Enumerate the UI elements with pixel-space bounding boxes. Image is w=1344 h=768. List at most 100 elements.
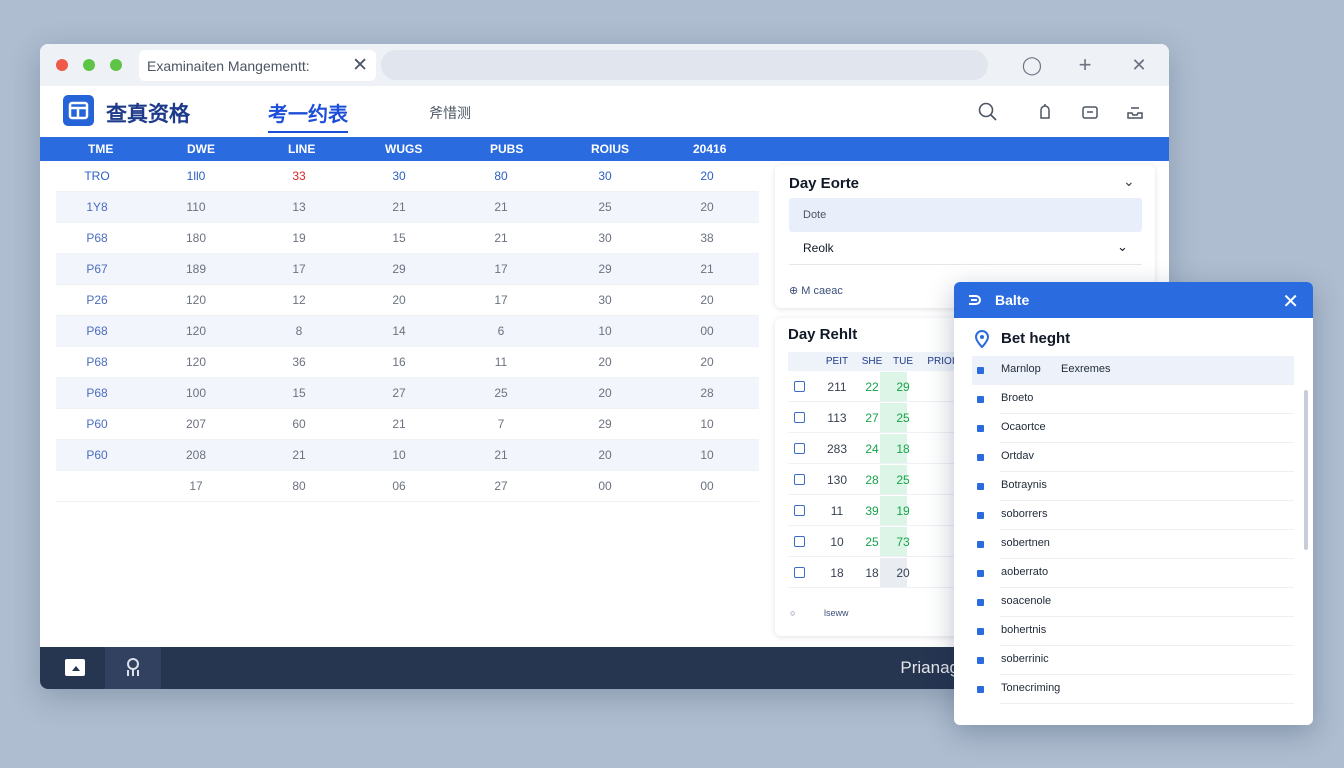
chevron-down-icon[interactable]: ⌄ xyxy=(1117,239,1128,255)
table-cell: 283 xyxy=(826,442,848,456)
table-row[interactable]: 17 80 06 27 00 00 xyxy=(56,471,759,502)
table-cell: 11 xyxy=(830,504,844,518)
bottom-home-button[interactable] xyxy=(50,647,106,689)
new-tab-plus-icon[interactable]: + xyxy=(1074,54,1096,76)
list-item-label: aoberrato xyxy=(1001,566,1049,578)
circle-icon[interactable]: ◯ xyxy=(1021,54,1043,76)
row-doc-icon[interactable] xyxy=(794,443,805,454)
date-field-label: Dote xyxy=(803,209,827,221)
table-row[interactable]: 113 27 25 xyxy=(788,403,958,433)
list-item[interactable]: bohertnis xyxy=(972,617,1294,646)
search-icon[interactable] xyxy=(977,101,999,123)
bottom-user-button[interactable] xyxy=(105,647,161,689)
bell-icon[interactable] xyxy=(1034,101,1056,123)
table-row[interactable]: P60 207 60 21 7 29 10 xyxy=(56,409,759,440)
table-cell: 25 xyxy=(896,411,910,425)
column-header[interactable]: 20416 xyxy=(693,142,726,156)
table-cell: 20 xyxy=(700,169,714,183)
column-header[interactable]: PEIT xyxy=(826,356,848,367)
list-item-label: Broeto xyxy=(1001,392,1034,404)
result-table-header: PEIT SHE TUE PRIOI xyxy=(788,352,958,371)
row-doc-icon[interactable] xyxy=(794,412,805,423)
list-item[interactable]: soberrinic xyxy=(972,646,1294,675)
table-cell: 39 xyxy=(865,504,879,518)
list-item[interactable]: Marnlop Eexremes xyxy=(972,356,1294,385)
table-cell: P26 xyxy=(86,293,108,307)
panel-scrollbar[interactable] xyxy=(1304,390,1308,550)
list-item[interactable]: aoberrato xyxy=(972,559,1294,588)
column-header[interactable]: PRIOI xyxy=(927,356,954,367)
column-header[interactable]: LINE xyxy=(288,142,315,156)
table-row[interactable]: P67 189 17 29 17 29 21 xyxy=(56,254,759,285)
result-footer[interactable]: ○ lseww xyxy=(790,608,848,618)
table-row[interactable]: 130 28 25 xyxy=(788,465,958,495)
tab-secondary[interactable]: 斧惜测 xyxy=(429,103,471,123)
table-cell: 27 xyxy=(494,479,508,493)
row-doc-icon[interactable] xyxy=(794,505,805,516)
close-icon[interactable]: ✕ xyxy=(1282,289,1299,314)
table-cell: 60 xyxy=(292,417,306,431)
chevron-down-icon[interactable]: ⌄ xyxy=(1123,173,1135,190)
row-doc-icon[interactable] xyxy=(794,567,805,578)
app-logo-icon xyxy=(63,95,94,126)
list-item[interactable]: soacenole xyxy=(972,588,1294,617)
browser-tab[interactable]: Examinaiten Mangementt: ✕ xyxy=(139,50,376,81)
table-row[interactable]: 10 25 73 xyxy=(788,527,958,557)
table-cell: 20 xyxy=(700,200,714,214)
address-bar[interactable] xyxy=(381,50,988,80)
table-cell: 6 xyxy=(497,324,505,338)
maximize-window-dot[interactable] xyxy=(110,59,122,71)
list-item[interactable]: Tonecriming xyxy=(972,675,1294,704)
table-row[interactable]: 1Y8 110 13 21 21 25 20 xyxy=(56,192,759,223)
row-doc-icon[interactable] xyxy=(794,381,805,392)
location-pin-icon xyxy=(975,330,989,348)
close-window-dot[interactable] xyxy=(56,59,68,71)
row-doc-icon[interactable] xyxy=(794,536,805,547)
table-row[interactable]: P68 120 8 14 6 10 00 xyxy=(56,316,759,347)
list-item[interactable]: soborrers xyxy=(972,501,1294,530)
add-link[interactable]: ⊕ M caeac xyxy=(789,284,843,297)
table-row[interactable]: TRO 1ll0 33 30 80 30 20 xyxy=(56,161,759,192)
table-row[interactable]: P68 100 15 27 25 20 28 xyxy=(56,378,759,409)
table-row[interactable]: P68 120 36 16 11 20 20 xyxy=(56,347,759,378)
column-header[interactable]: SHE xyxy=(862,356,883,367)
list-item[interactable]: Ocaortce xyxy=(972,414,1294,443)
column-header[interactable]: TUE xyxy=(893,356,913,367)
list-item[interactable]: Broeto xyxy=(972,385,1294,414)
table-row[interactable]: P26 120 12 20 17 30 20 xyxy=(56,285,759,316)
column-header[interactable]: DWE xyxy=(187,142,215,156)
table-cell: 38 xyxy=(700,231,714,245)
tab-close-icon[interactable]: ✕ xyxy=(352,54,368,77)
table-row[interactable]: 11 39 19 xyxy=(788,496,958,526)
result-select[interactable]: Reolk ⌄ xyxy=(789,232,1142,265)
table-row[interactable]: 211 22 29 xyxy=(788,372,958,402)
column-header[interactable]: TME xyxy=(88,142,113,156)
window-close-icon[interactable]: ✕ xyxy=(1128,54,1150,76)
table-cell: 30 xyxy=(598,169,612,183)
table-cell: 1ll0 xyxy=(186,169,206,183)
list-item[interactable]: Ortdav xyxy=(972,443,1294,472)
table-cell: 30 xyxy=(598,293,612,307)
table-cell: 80 xyxy=(292,479,306,493)
row-doc-icon[interactable] xyxy=(794,474,805,485)
list-item[interactable]: sobertnen xyxy=(972,530,1294,559)
tab-exam-schedule[interactable]: 考一约表 xyxy=(268,98,348,133)
footer-label: lseww xyxy=(823,608,849,618)
add-link-label: M caeac xyxy=(801,285,843,297)
table-row[interactable]: P68 180 19 15 21 30 38 xyxy=(56,223,759,254)
panel-title: Balte xyxy=(995,292,1030,308)
minimize-window-dot[interactable] xyxy=(83,59,95,71)
column-header[interactable]: WUGS xyxy=(385,142,422,156)
table-cell: 36 xyxy=(292,355,306,369)
table-row[interactable]: 18 18 20 xyxy=(788,558,958,588)
table-row[interactable]: 283 24 18 xyxy=(788,434,958,464)
bullet-icon xyxy=(977,599,984,606)
column-header[interactable]: PUBS xyxy=(490,142,523,156)
inbox-icon[interactable] xyxy=(1124,101,1146,123)
column-header[interactable]: ROIUS xyxy=(591,142,629,156)
date-field[interactable]: Dote xyxy=(789,198,1142,232)
message-icon[interactable] xyxy=(1079,101,1101,123)
table-row[interactable]: P60 208 21 10 21 20 10 xyxy=(56,440,759,471)
list-item[interactable]: Botraynis xyxy=(972,472,1294,501)
table-cell: P67 xyxy=(86,262,108,276)
